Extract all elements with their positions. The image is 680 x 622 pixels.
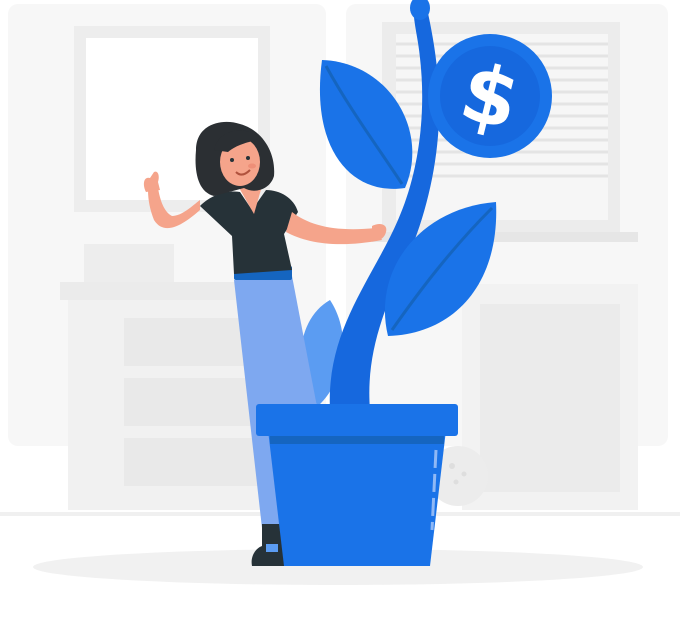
woman-shoe-lace — [266, 544, 278, 552]
pot-rim-shadow — [270, 436, 444, 444]
flower-pot — [256, 404, 458, 566]
ball-spot-3 — [453, 479, 459, 485]
illustration-svg: $ — [0, 0, 680, 585]
pot-body — [268, 430, 446, 566]
pot-rim — [256, 404, 458, 436]
illustration-scene: $ — [0, 0, 680, 622]
dresser-drawer-3 — [124, 438, 274, 486]
woman-blush — [248, 163, 256, 169]
woman-eye-right — [246, 156, 250, 160]
dollar-coin: $ — [428, 34, 552, 158]
ball-spot-2 — [461, 471, 467, 477]
cabinet-right-door — [480, 304, 620, 492]
ball-spot-1 — [449, 463, 455, 469]
woman-eye-left — [230, 158, 234, 162]
lamp-base — [84, 244, 174, 282]
